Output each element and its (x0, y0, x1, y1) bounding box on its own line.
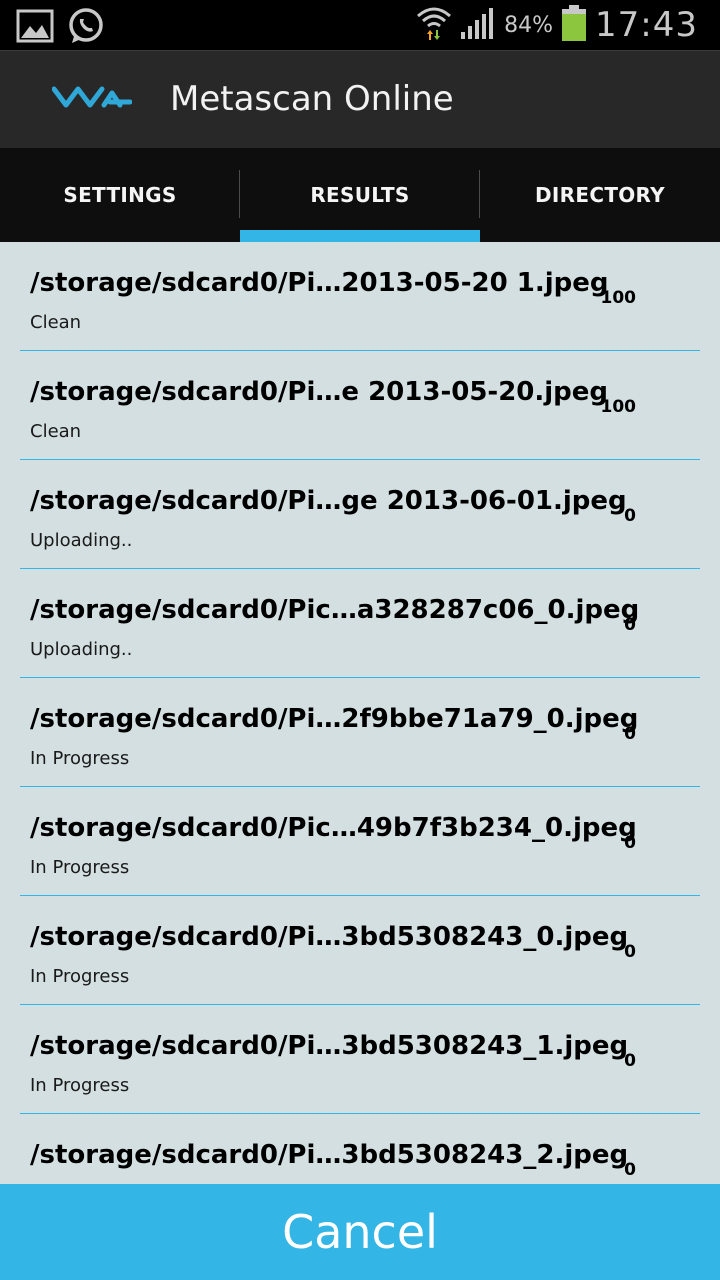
gallery-icon (16, 8, 54, 48)
battery-percentage: 84% (504, 12, 554, 38)
file-path: /storage/sdcard0/Pi…e 2013-05-20.jpeg (30, 377, 609, 407)
list-item[interactable]: /storage/sdcard0/Pic…49b7f3b234_0.jpeg I… (20, 787, 700, 896)
scan-status: Clean (30, 421, 82, 442)
action-bar: Metascan Online (0, 50, 720, 148)
cancel-button[interactable]: Cancel (0, 1184, 720, 1280)
tab-directory[interactable]: DIRECTORY (480, 148, 720, 242)
file-path: /storage/sdcard0/Pic…a328287c06_0.jpeg (30, 595, 640, 625)
status-bar: 84% 17:43 (0, 0, 720, 50)
tab-bar: SETTINGS RESULTS DIRECTORY (0, 148, 720, 242)
file-path: /storage/sdcard0/Pi…3bd5308243_1.jpeg (30, 1031, 629, 1061)
scan-score: 100 (600, 397, 637, 417)
list-item[interactable]: /storage/sdcard0/Pi…3bd5308243_0.jpeg In… (20, 896, 700, 1005)
scan-status: In Progress (30, 857, 130, 878)
scan-score: 0 (624, 506, 636, 526)
tab-label: RESULTS (310, 183, 410, 207)
scan-score: 0 (624, 833, 636, 853)
selected-tab-indicator (240, 230, 480, 242)
scan-status: Uploading.. (30, 639, 133, 660)
scan-score: 0 (624, 724, 636, 744)
scan-status: Clean (30, 312, 82, 333)
list-item[interactable]: /storage/sdcard0/Pi…ge 2013-06-01.jpeg U… (20, 460, 700, 569)
list-item[interactable]: /storage/sdcard0/Pi…2013-05-20 1.jpeg Cl… (20, 242, 700, 351)
list-item[interactable]: /storage/sdcard0/Pic…a328287c06_0.jpeg U… (20, 569, 700, 678)
metascan-logo-icon[interactable] (51, 85, 133, 115)
scan-status: Uploading.. (30, 530, 133, 551)
app-title: Metascan Online (170, 79, 454, 119)
whatsapp-icon (66, 6, 106, 50)
results-list[interactable]: /storage/sdcard0/Pi…2013-05-20 1.jpeg Cl… (20, 242, 700, 1184)
file-path: /storage/sdcard0/Pic…49b7f3b234_0.jpeg (30, 813, 637, 843)
list-item[interactable]: /storage/sdcard0/Pi…2f9bbe71a79_0.jpeg I… (20, 678, 700, 787)
tab-settings[interactable]: SETTINGS (0, 148, 240, 242)
scan-score: 100 (600, 288, 637, 308)
battery-icon (561, 5, 587, 45)
scan-score: 0 (624, 1051, 636, 1071)
tab-label: SETTINGS (63, 183, 177, 207)
wifi-icon (416, 4, 452, 46)
signal-icon (460, 6, 496, 44)
clock: 17:43 (595, 5, 698, 45)
tab-label: DIRECTORY (535, 183, 665, 207)
file-path: /storage/sdcard0/Pi…3bd5308243_0.jpeg (30, 922, 629, 952)
file-path: /storage/sdcard0/Pi…ge 2013-06-01.jpeg (30, 486, 627, 516)
file-path: /storage/sdcard0/Pi…2f9bbe71a79_0.jpeg (30, 704, 639, 734)
list-item[interactable]: /storage/sdcard0/Pi…3bd5308243_1.jpeg In… (20, 1005, 700, 1114)
scan-status: In Progress (30, 1075, 130, 1096)
list-item[interactable]: /storage/sdcard0/Pi…e 2013-05-20.jpeg Cl… (20, 351, 700, 460)
scan-score: 0 (624, 1160, 636, 1180)
tab-results[interactable]: RESULTS (240, 148, 480, 242)
scan-score: 0 (624, 615, 636, 635)
list-item[interactable]: /storage/sdcard0/Pi…3bd5308243_2.jpeg 0 (20, 1114, 700, 1184)
file-path: /storage/sdcard0/Pi…2013-05-20 1.jpeg (30, 268, 609, 298)
scan-score: 0 (624, 942, 636, 962)
file-path: /storage/sdcard0/Pi…3bd5308243_2.jpeg (30, 1140, 629, 1170)
scan-status: In Progress (30, 748, 130, 769)
scan-status: In Progress (30, 966, 130, 987)
